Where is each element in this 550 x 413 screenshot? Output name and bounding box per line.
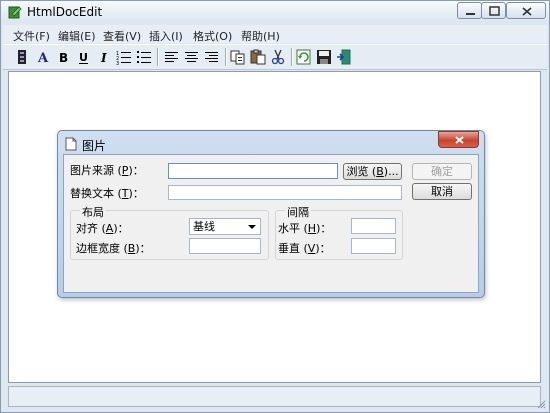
- toolbar-separator: [157, 48, 158, 66]
- document-icon: [65, 137, 77, 151]
- refresh-icon[interactable]: [295, 48, 313, 66]
- vertical-spacing-input[interactable]: [351, 238, 396, 254]
- menu-view[interactable]: 查看(V): [103, 28, 141, 44]
- menu-help[interactable]: 帮助(H): [241, 28, 280, 44]
- ok-button[interactable]: 确定: [412, 163, 472, 180]
- minimize-button[interactable]: [457, 2, 482, 19]
- dialog-close-button[interactable]: [438, 131, 479, 148]
- menu-file[interactable]: 文件(F): [13, 28, 50, 44]
- border-width-input[interactable]: [189, 238, 261, 254]
- italic-glyph: I: [100, 51, 107, 65]
- maximize-icon: [489, 6, 500, 16]
- svg-text:3: 3: [116, 61, 119, 65]
- font-glyph: A: [37, 51, 49, 65]
- align-center-icon[interactable]: [183, 48, 201, 66]
- minimize-icon: [466, 13, 475, 15]
- window-title: HtmlDocEdit: [27, 5, 103, 19]
- app-icon: [8, 5, 22, 19]
- align-right-icon[interactable]: [203, 48, 221, 66]
- italic-icon[interactable]: I: [95, 48, 113, 66]
- menu-insert[interactable]: 插入(I): [149, 28, 183, 44]
- title-bar[interactable]: HtmlDocEdit: [1, 1, 549, 23]
- close-button[interactable]: [506, 2, 546, 19]
- maximize-button[interactable]: [481, 2, 506, 19]
- browse-button[interactable]: 浏览 (B)...: [343, 163, 402, 180]
- bold-icon[interactable]: B: [55, 48, 73, 66]
- image-dialog: 图片 图片来源 (P)： 浏览 (B)... 确定 替换文本 (T)： 取消 布…: [57, 130, 485, 298]
- toolbar-separator: [291, 48, 292, 66]
- horizontal-label: 水平 (H)：: [278, 222, 332, 235]
- underline-icon[interactable]: U: [75, 48, 93, 66]
- cut-icon[interactable]: [269, 48, 287, 66]
- underline-glyph: U: [79, 51, 88, 64]
- menu-format[interactable]: 格式(O): [193, 28, 232, 44]
- menu-edit[interactable]: 编辑(E): [58, 28, 96, 44]
- exit-icon[interactable]: [335, 48, 353, 66]
- align-left-icon[interactable]: [163, 48, 181, 66]
- toolbar-separator: [225, 48, 226, 66]
- cancel-button[interactable]: 取消: [412, 183, 472, 200]
- numbered-list-icon[interactable]: 123: [115, 48, 133, 66]
- align-label: 对齐 (A)：: [76, 222, 129, 235]
- image-source-label: 图片来源 (P)：: [70, 164, 144, 177]
- resize-grip-icon[interactable]: [536, 399, 546, 409]
- close-icon: [455, 136, 464, 144]
- layout-legend: 布局: [80, 204, 106, 220]
- border-width-label: 边框宽度 (B)：: [76, 242, 151, 255]
- toolbar: A B U I 123: [3, 44, 547, 70]
- close-icon: [522, 7, 532, 16]
- align-select-value: 基线: [193, 220, 215, 233]
- status-bar: [8, 386, 541, 407]
- alt-text-label: 替换文本 (T)：: [70, 187, 144, 200]
- save-icon[interactable]: [315, 48, 333, 66]
- copy-icon[interactable]: [229, 48, 247, 66]
- spacing-legend: 间隔: [285, 204, 311, 220]
- alt-text-input[interactable]: [168, 185, 402, 200]
- bullet-list-icon[interactable]: [135, 48, 153, 66]
- paste-icon[interactable]: [249, 48, 267, 66]
- image-source-input[interactable]: [168, 163, 338, 179]
- bold-glyph: B: [59, 51, 68, 65]
- align-select[interactable]: 基线: [189, 218, 261, 235]
- dialog-title: 图片: [82, 139, 107, 153]
- menu-bar: 文件(F) 编辑(E) 查看(V) 插入(I) 格式(O) 帮助(H): [3, 25, 547, 43]
- font-icon[interactable]: A: [35, 48, 53, 66]
- vertical-label: 垂直 (V)：: [278, 242, 331, 255]
- format-icon[interactable]: [13, 48, 31, 66]
- horizontal-spacing-input[interactable]: [351, 218, 396, 234]
- dialog-body: 图片来源 (P)： 浏览 (B)... 确定 替换文本 (T)： 取消 布局 对…: [63, 154, 479, 293]
- chevron-down-icon: [248, 225, 256, 229]
